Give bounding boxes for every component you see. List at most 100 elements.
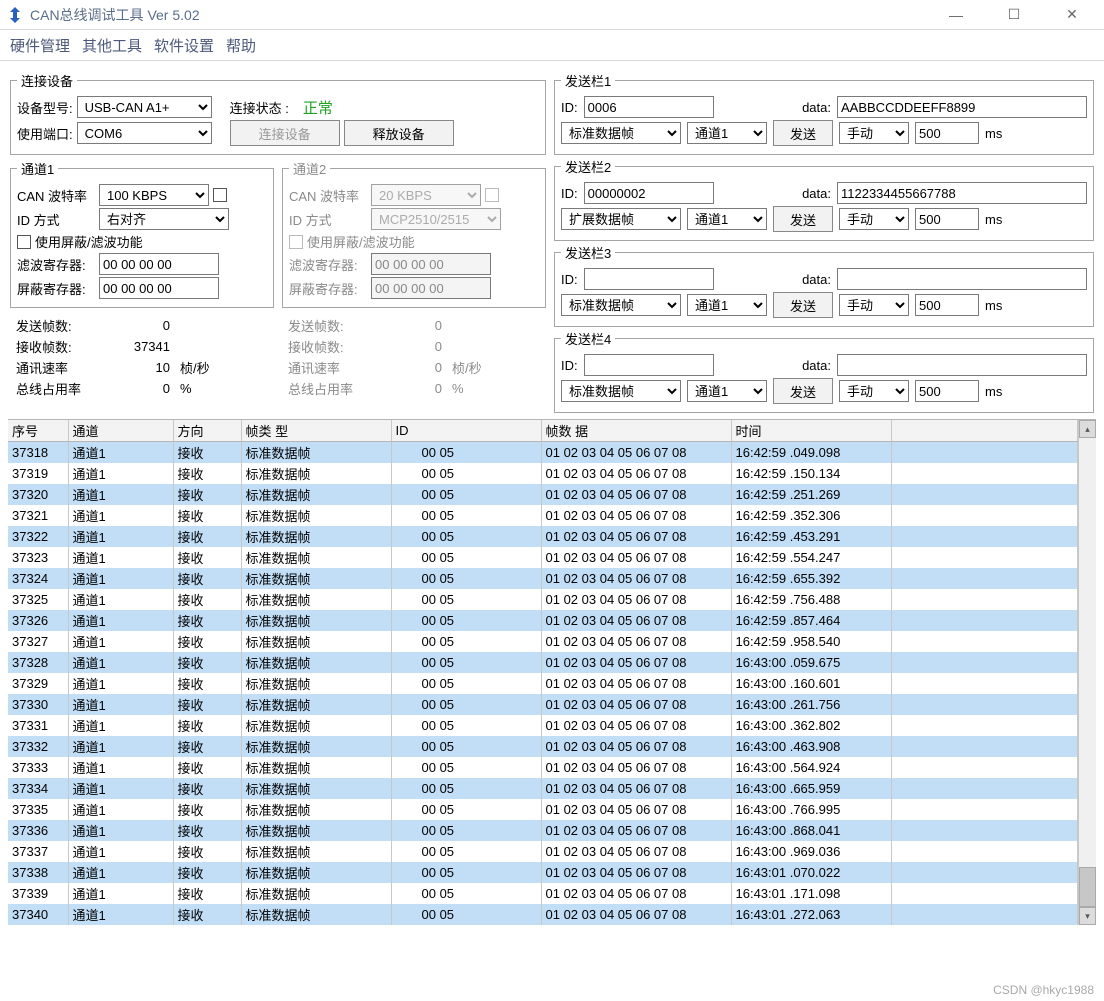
table-row[interactable]: 37336 通道1 接收 标准数据帧 00 05 01 02 03 04 05 … (8, 820, 1078, 841)
send1-data-input[interactable] (837, 96, 1087, 118)
scroll-up-icon[interactable]: ▴ (1079, 420, 1096, 438)
table-row[interactable]: 37331 通道1 接收 标准数据帧 00 05 01 02 03 04 05 … (8, 715, 1078, 736)
stats1-rate-value: 10 (100, 360, 170, 375)
table-row[interactable]: 37326 通道1 接收 标准数据帧 00 05 01 02 03 04 05 … (8, 610, 1078, 631)
stats1-bus-value: 0 (100, 381, 170, 396)
table-row[interactable]: 37334 通道1 接收 标准数据帧 00 05 01 02 03 04 05 … (8, 778, 1078, 799)
col-dir-header[interactable]: 方向 (173, 420, 241, 442)
send4-channel-select[interactable]: 通道1 (687, 380, 767, 402)
send3-data-label: data: (802, 272, 831, 287)
send3-send-button[interactable]: 发送 (773, 292, 833, 318)
stats2-rate-unit: 桢/秒 (452, 358, 482, 377)
send3-data-input[interactable] (837, 268, 1087, 290)
ch1-baud-checkbox[interactable] (213, 188, 227, 202)
send3-id-input[interactable] (584, 268, 714, 290)
table-row[interactable]: 37338 通道1 接收 标准数据帧 00 05 01 02 03 04 05 … (8, 862, 1078, 883)
send2-send-button[interactable]: 发送 (773, 206, 833, 232)
table-row[interactable]: 37327 通道1 接收 标准数据帧 00 05 01 02 03 04 05 … (8, 631, 1078, 652)
scroll-down-icon[interactable]: ▾ (1079, 907, 1096, 925)
send3-frametype-select[interactable]: 标准数据帧 (561, 294, 681, 316)
table-row[interactable]: 37330 通道1 接收 标准数据帧 00 05 01 02 03 04 05 … (8, 694, 1078, 715)
col-seq-header[interactable]: 序号 (8, 420, 68, 442)
table-row[interactable]: 37318 通道1 接收 标准数据帧 00 05 01 02 03 04 05 … (8, 442, 1078, 464)
table-row[interactable]: 37323 通道1 接收 标准数据帧 00 05 01 02 03 04 05 … (8, 547, 1078, 568)
ch1-mask-checkbox[interactable] (17, 235, 31, 249)
table-row[interactable]: 37321 通道1 接收 标准数据帧 00 05 01 02 03 04 05 … (8, 505, 1078, 526)
window-title: CAN总线调试工具 Ver 5.02 (30, 5, 936, 25)
ch1-idmode-select[interactable]: 右对齐 (99, 208, 229, 230)
send2-data-input[interactable] (837, 182, 1087, 204)
send2-interval-input[interactable] (915, 208, 979, 230)
col-id-header[interactable]: ID (391, 420, 541, 442)
ch2-baud-select: 20 KBPS (371, 184, 481, 206)
ch1-baud-select[interactable]: 100 KBPS (99, 184, 209, 206)
col-ft-header[interactable]: 帧类 型 (241, 420, 391, 442)
send2-frametype-select[interactable]: 扩展数据帧 (561, 208, 681, 230)
menu-settings[interactable]: 软件设置 (154, 35, 214, 56)
maximize-button[interactable]: ☐ (994, 3, 1034, 27)
table-row[interactable]: 37320 通道1 接收 标准数据帧 00 05 01 02 03 04 05 … (8, 484, 1078, 505)
col-data-header[interactable]: 帧数 据 (541, 420, 731, 442)
table-row[interactable]: 37335 通道1 接收 标准数据帧 00 05 01 02 03 04 05 … (8, 799, 1078, 820)
table-row[interactable]: 37337 通道1 接收 标准数据帧 00 05 01 02 03 04 05 … (8, 841, 1078, 862)
send1-channel-select[interactable]: 通道1 (687, 122, 767, 144)
send-legend-4: 发送栏4 (561, 329, 615, 348)
connect-status-label: 连接状态 : (230, 98, 289, 117)
send-panel-2: 发送栏2 ID: data: 扩展数据帧 通道1 发送 手动 ms (554, 157, 1094, 241)
send3-mode-select[interactable]: 手动 (839, 294, 909, 316)
send1-id-input[interactable] (584, 96, 714, 118)
release-button[interactable]: 释放设备 (344, 120, 454, 146)
minimize-button[interactable]: — (936, 3, 976, 27)
table-row[interactable]: 37339 通道1 接收 标准数据帧 00 05 01 02 03 04 05 … (8, 883, 1078, 904)
stats1-rx-label: 接收帧数: (16, 337, 96, 356)
send2-id-input[interactable] (584, 182, 714, 204)
ch1-baud-label: CAN 波特率 (17, 186, 95, 205)
close-button[interactable]: ✕ (1052, 3, 1092, 27)
send4-mode-select[interactable]: 手动 (839, 380, 909, 402)
app-icon (6, 6, 24, 24)
menu-other-tools[interactable]: 其他工具 (82, 35, 142, 56)
table-row[interactable]: 37340 通道1 接收 标准数据帧 00 05 01 02 03 04 05 … (8, 904, 1078, 925)
table-row[interactable]: 37324 通道1 接收 标准数据帧 00 05 01 02 03 04 05 … (8, 568, 1078, 589)
table-row[interactable]: 37322 通道1 接收 标准数据帧 00 05 01 02 03 04 05 … (8, 526, 1078, 547)
table-row[interactable]: 37329 通道1 接收 标准数据帧 00 05 01 02 03 04 05 … (8, 673, 1078, 694)
send1-frametype-select[interactable]: 标准数据帧 (561, 122, 681, 144)
table-row[interactable]: 37333 通道1 接收 标准数据帧 00 05 01 02 03 04 05 … (8, 757, 1078, 778)
send1-mode-select[interactable]: 手动 (839, 122, 909, 144)
send1-data-label: data: (802, 100, 831, 115)
ch1-mask-input[interactable] (99, 277, 219, 299)
send3-interval-input[interactable] (915, 294, 979, 316)
send1-interval-input[interactable] (915, 122, 979, 144)
data-grid[interactable]: 序号 通道 方向 帧类 型 ID 帧数 据 时间 37318 通道1 接收 标准… (8, 419, 1096, 925)
send4-id-input[interactable] (584, 354, 714, 376)
menu-help[interactable]: 帮助 (226, 35, 256, 56)
send2-mode-select[interactable]: 手动 (839, 208, 909, 230)
stats2-rx-label: 接收帧数: (288, 337, 368, 356)
send4-data-input[interactable] (837, 354, 1087, 376)
port-select[interactable]: COM6 (77, 122, 212, 144)
col-time-header[interactable]: 时间 (731, 420, 891, 442)
vertical-scrollbar[interactable]: ▴ ▾ (1078, 420, 1096, 925)
menu-hardware[interactable]: 硬件管理 (10, 35, 70, 56)
send4-send-button[interactable]: 发送 (773, 378, 833, 404)
send3-channel-select[interactable]: 通道1 (687, 294, 767, 316)
device-model-select[interactable]: USB-CAN A1+ (77, 96, 212, 118)
ch1-idmode-label: ID 方式 (17, 210, 95, 229)
send4-interval-input[interactable] (915, 380, 979, 402)
col-extra-header[interactable] (891, 420, 1078, 442)
send-panel-1: 发送栏1 ID: data: 标准数据帧 通道1 发送 手动 ms (554, 71, 1094, 155)
send1-send-button[interactable]: 发送 (773, 120, 833, 146)
table-row[interactable]: 37332 通道1 接收 标准数据帧 00 05 01 02 03 04 05 … (8, 736, 1078, 757)
connect-button[interactable]: 连接设备 (230, 120, 340, 146)
send2-channel-select[interactable]: 通道1 (687, 208, 767, 230)
table-row[interactable]: 37328 通道1 接收 标准数据帧 00 05 01 02 03 04 05 … (8, 652, 1078, 673)
col-ch-header[interactable]: 通道 (68, 420, 173, 442)
send2-data-label: data: (802, 186, 831, 201)
table-row[interactable]: 37319 通道1 接收 标准数据帧 00 05 01 02 03 04 05 … (8, 463, 1078, 484)
send4-frametype-select[interactable]: 标准数据帧 (561, 380, 681, 402)
stats2-bus-label: 总线占用率 (288, 379, 368, 398)
stats2-rate-label: 通讯速率 (288, 358, 368, 377)
scroll-thumb[interactable] (1079, 867, 1096, 907)
table-row[interactable]: 37325 通道1 接收 标准数据帧 00 05 01 02 03 04 05 … (8, 589, 1078, 610)
ch1-filter-input[interactable] (99, 253, 219, 275)
